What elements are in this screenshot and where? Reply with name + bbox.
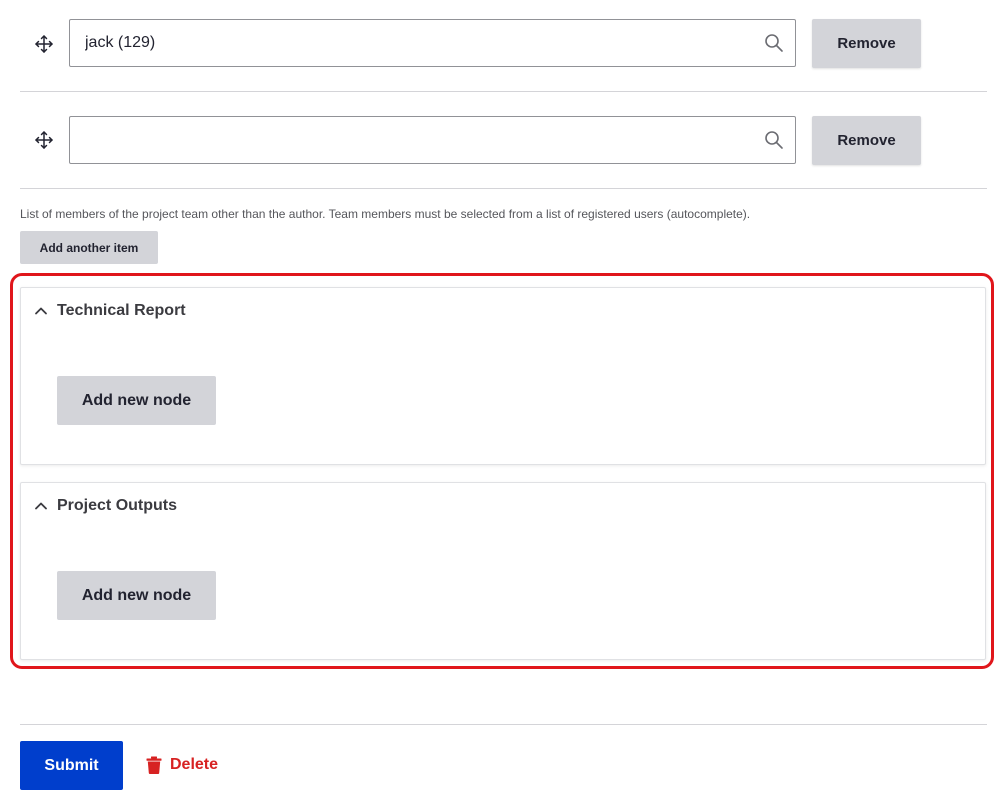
team-members-description: List of members of the project team othe… [20, 207, 751, 221]
section-technical-report: Technical Report Add new node [20, 287, 986, 465]
actions-divider [20, 724, 987, 725]
delete-link[interactable]: Delete [146, 756, 218, 774]
delete-label: Delete [170, 756, 219, 773]
remove-button-1[interactable]: Remove [812, 19, 921, 68]
row-divider [20, 188, 987, 189]
chevron-up-icon [35, 307, 47, 315]
remove-button-2[interactable]: Remove [812, 116, 921, 165]
row-divider [20, 91, 987, 92]
drag-handle-icon[interactable] [34, 34, 54, 54]
chevron-up-icon [35, 502, 47, 510]
drag-handle-icon[interactable] [34, 130, 54, 150]
section-project-outputs: Project Outputs Add new node [20, 482, 986, 660]
team-member-input-1[interactable] [69, 19, 796, 67]
add-new-node-button-technical-report[interactable]: Add new node [57, 376, 216, 425]
submit-button[interactable]: Submit [20, 741, 123, 790]
section-title: Project Outputs [57, 497, 178, 514]
team-member-input-2[interactable] [69, 116, 796, 164]
section-toggle-technical-report[interactable]: Technical Report [33, 302, 186, 320]
add-another-item-button[interactable]: Add another item [20, 231, 158, 264]
section-toggle-project-outputs[interactable]: Project Outputs [33, 497, 177, 515]
section-title: Technical Report [57, 302, 186, 319]
add-new-node-button-project-outputs[interactable]: Add new node [57, 571, 216, 620]
trash-icon [146, 756, 162, 774]
